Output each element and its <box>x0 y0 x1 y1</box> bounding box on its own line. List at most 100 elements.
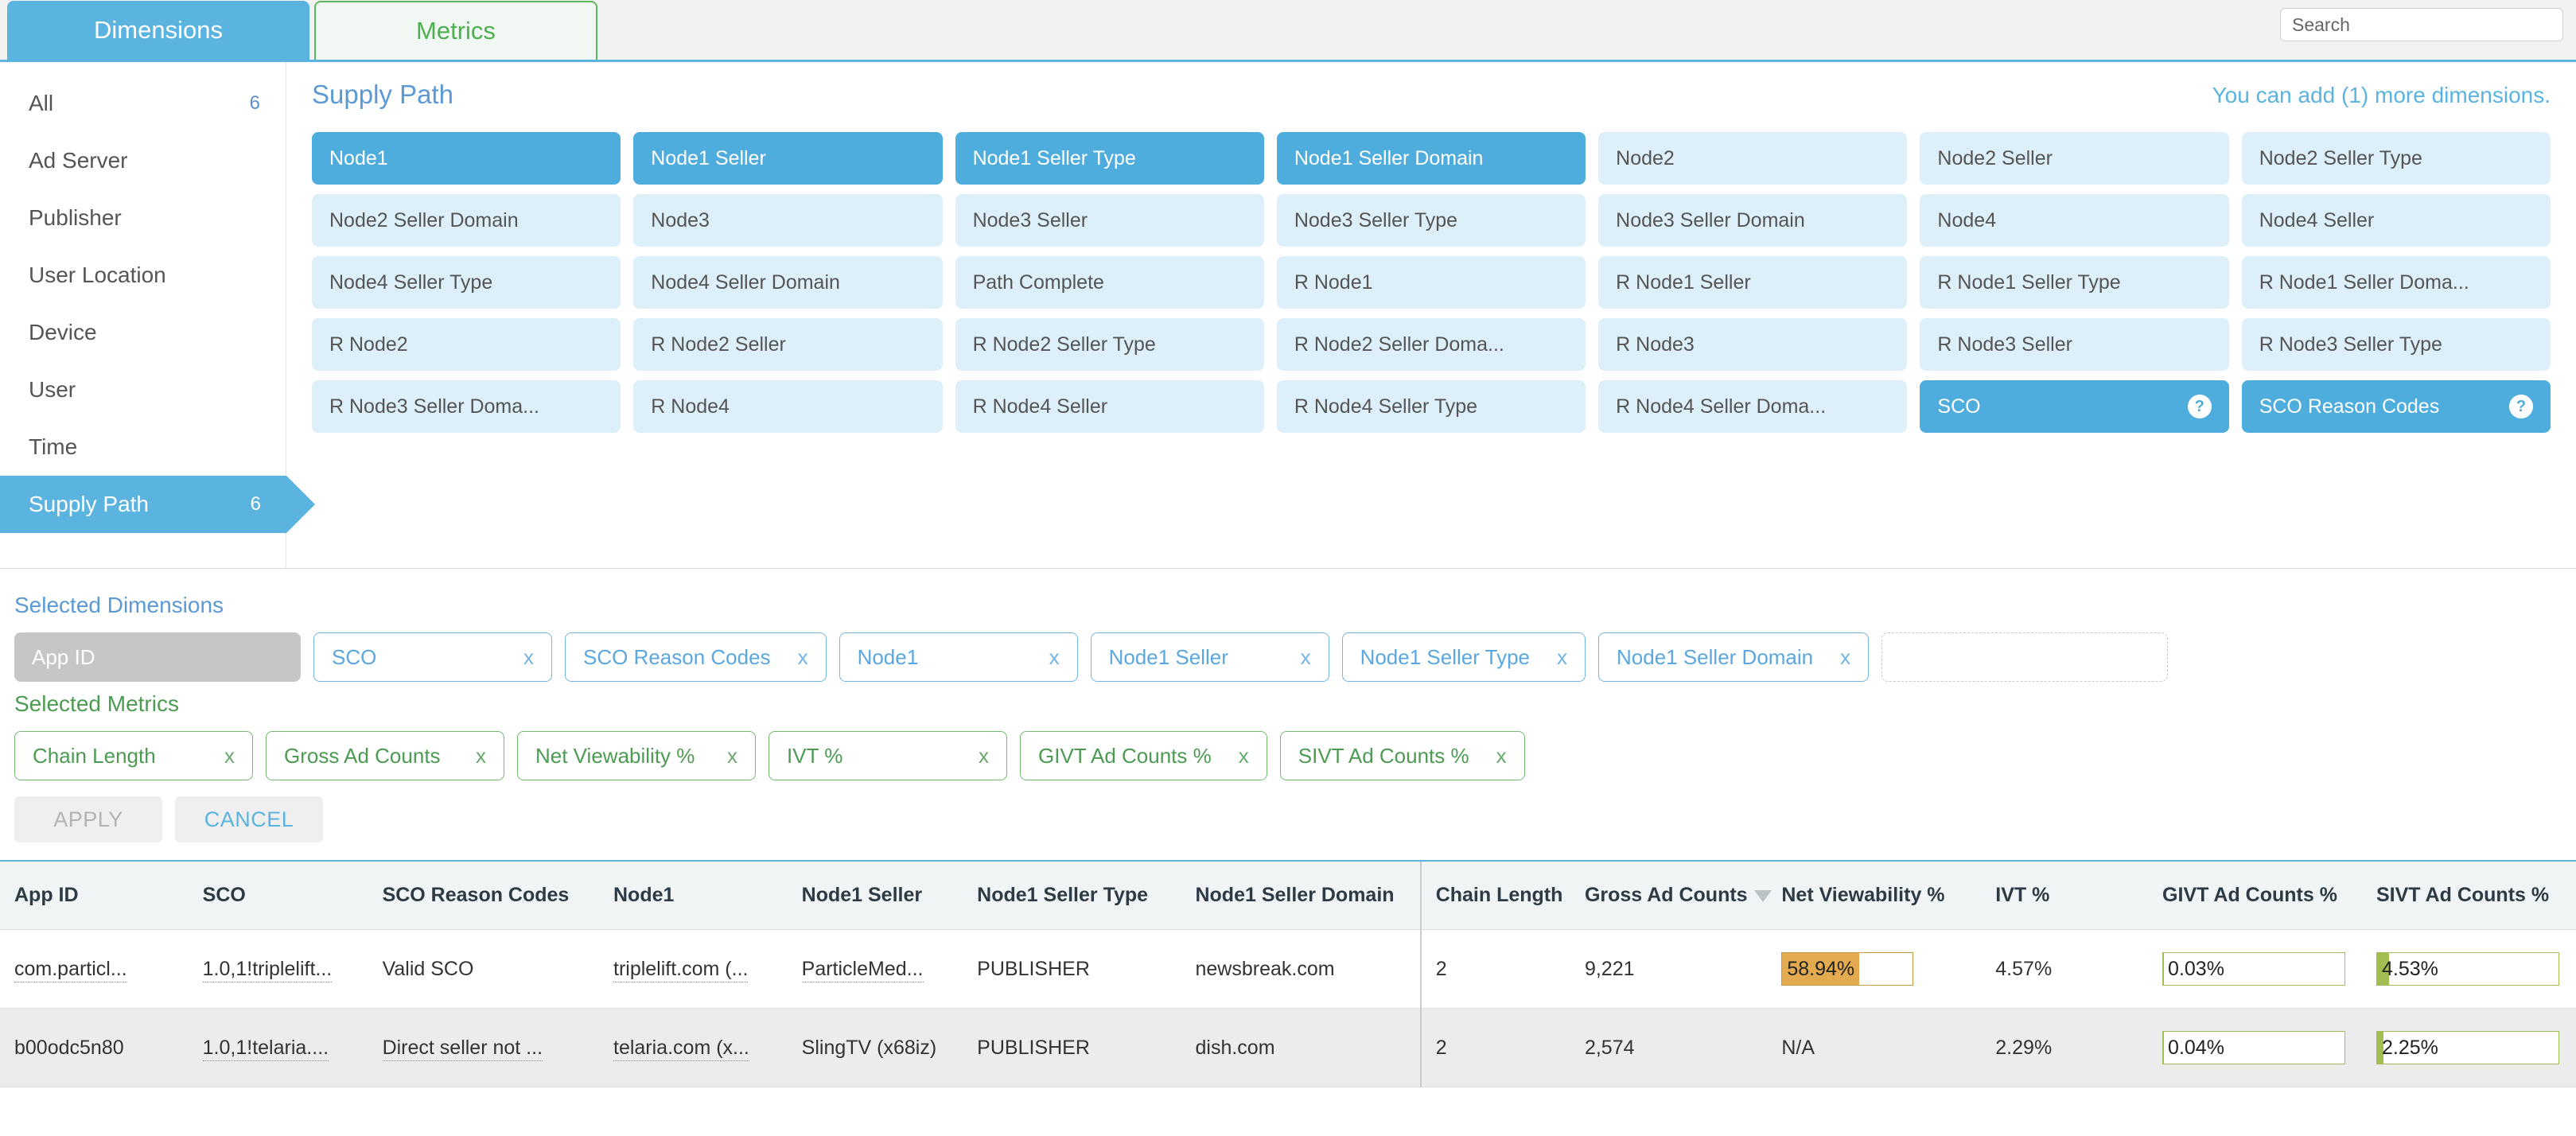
selected-dimensions-section: Selected Dimensions App ID SCO x SCO Reason… <box>0 568 2576 682</box>
dimension-chip[interactable]: R Node2 <box>312 318 621 371</box>
column-header[interactable]: Net Viewability % <box>1767 862 1982 930</box>
apply-button[interactable]: APPLY <box>14 796 162 842</box>
remove-metric-icon[interactable]: x <box>1496 744 1507 768</box>
dimension-chip[interactable]: R Node4 Seller Type <box>1276 380 1586 433</box>
help-icon[interactable]: ? <box>2508 395 2533 418</box>
sidebar-item-user[interactable]: User <box>0 361 286 418</box>
column-header[interactable]: Chain Length <box>1419 862 1570 930</box>
table-row[interactable]: b00odc5n80 1.0,1!telaria.... Direct seller… <box>0 1008 2576 1087</box>
dimension-panel: Supply Path You can add (1) more dimensi… <box>286 62 2576 568</box>
dimension-chip[interactable]: R Node3 <box>1598 318 1908 371</box>
search-input[interactable] <box>2280 8 2563 41</box>
tab-metrics[interactable]: Metrics <box>314 1 597 60</box>
dimension-chip[interactable]: R Node1 Seller Type <box>1920 256 2229 309</box>
column-header[interactable]: Node1 Seller Type <box>963 862 1181 930</box>
sidebar-item-supply-path[interactable]: Supply Path 6 <box>0 476 315 533</box>
dimension-chip[interactable]: Node2 Seller <box>1920 132 2229 185</box>
remove-dimension-icon[interactable]: x <box>1840 645 1850 670</box>
remove-dimension-icon[interactable]: x <box>798 645 808 670</box>
dimension-chip[interactable]: Node3 Seller <box>955 194 1264 247</box>
sidebar-item-time[interactable]: Time <box>0 418 286 476</box>
dimension-chip[interactable]: R Node4 <box>633 380 943 433</box>
selected-metric-pill[interactable]: GIVT Ad Counts % x <box>1020 731 1267 780</box>
remove-dimension-icon[interactable]: x <box>1301 645 1311 670</box>
sidebar-item-ad-server[interactable]: Ad Server <box>0 132 286 189</box>
dimension-chip[interactable]: R Node3 Seller Type <box>2241 318 2551 371</box>
sivt-ad-counts-bar: 4.53% <box>2376 952 2559 986</box>
dimension-chip[interactable]: Node1 Seller Domain <box>1276 132 1586 185</box>
remove-dimension-icon[interactable]: x <box>1049 645 1060 670</box>
dimension-chip[interactable]: Node3 Seller Type <box>1276 194 1586 247</box>
add-dimension-slot[interactable] <box>1881 632 2169 682</box>
table-header-row: App ID SCO SCO Reason Codes Node1 Node1 Sell… <box>0 862 2576 930</box>
sidebar-item-publisher[interactable]: Publisher <box>0 189 286 247</box>
column-header[interactable]: Gross Ad Counts <box>1570 862 1772 930</box>
selected-dimension-pill[interactable]: Node1 Seller Type x <box>1341 632 1586 682</box>
dimension-chip[interactable]: R Node4 Seller Doma... <box>1598 380 1908 433</box>
remove-metric-icon[interactable]: x <box>224 744 235 768</box>
dimension-chip[interactable]: Node2 Seller Domain <box>312 194 621 247</box>
column-header[interactable]: SCO <box>188 862 368 930</box>
selected-dimension-pill[interactable]: Node1 x <box>839 632 1078 682</box>
dimension-chip[interactable]: Node4 Seller Type <box>312 256 621 309</box>
selected-metric-pill[interactable]: SIVT Ad Counts % x <box>1279 731 1525 780</box>
dimension-chip[interactable]: Path Complete <box>955 256 1264 309</box>
dimension-chip[interactable]: SCO? <box>1920 380 2229 433</box>
selected-dimension-pill[interactable]: SCO x <box>313 632 552 682</box>
sort-descending-icon[interactable] <box>1753 889 1772 902</box>
column-header[interactable]: GIVT Ad Counts % <box>2148 862 2362 930</box>
dimension-chip[interactable]: Node2 <box>1598 132 1908 185</box>
remove-metric-icon[interactable]: x <box>979 744 989 768</box>
help-icon[interactable]: ? <box>2187 395 2212 418</box>
cell-ivt: 4.57% <box>1981 929 2149 1009</box>
cell-text: 1.0,1!telaria.... <box>202 1036 329 1061</box>
dimension-chip[interactable]: R Node1 Seller Doma... <box>2241 256 2551 309</box>
remove-dimension-icon[interactable]: x <box>1557 645 1567 670</box>
sidebar-item-device[interactable]: Device <box>0 304 286 361</box>
column-header[interactable]: Node1 <box>599 862 788 930</box>
selected-metric-pill[interactable]: Net Viewability % x <box>517 731 756 780</box>
dimension-chip[interactable]: Node2 Seller Type <box>2241 132 2551 185</box>
remove-metric-icon[interactable]: x <box>727 744 737 768</box>
dimension-chip[interactable]: R Node3 Seller <box>1920 318 2229 371</box>
selected-dimension-pill[interactable]: SCO Reason Codes x <box>565 632 827 682</box>
column-header[interactable]: Node1 Seller <box>787 862 963 930</box>
dimension-chip[interactable]: R Node2 Seller Type <box>955 318 1264 371</box>
column-header[interactable]: Node1 Seller Domain <box>1181 862 1421 930</box>
dimension-browser: All 6 Ad Server Publisher User Location Devic… <box>0 62 2576 568</box>
cell-node1-seller-domain: dish.com <box>1181 1008 1421 1087</box>
selected-metric-pill[interactable]: Chain Length x <box>14 731 253 780</box>
givt-ad-counts-bar: 0.03% <box>2162 952 2346 986</box>
selected-metric-pill[interactable]: IVT % x <box>769 731 1007 780</box>
dimension-chip[interactable]: Node3 Seller Domain <box>1598 194 1908 247</box>
dimension-chip[interactable]: R Node4 Seller <box>955 380 1264 433</box>
column-header[interactable]: IVT % <box>1981 862 2149 930</box>
cancel-button[interactable]: CANCEL <box>175 796 323 842</box>
dimension-chip[interactable]: R Node2 Seller Doma... <box>1276 318 1586 371</box>
selected-metric-pill[interactable]: Gross Ad Counts x <box>266 731 504 780</box>
dimension-chip[interactable]: Node4 Seller <box>2241 194 2551 247</box>
selected-dimension-pill[interactable]: Node1 Seller x <box>1090 632 1329 682</box>
column-header[interactable]: SCO Reason Codes <box>368 862 599 930</box>
remove-metric-icon[interactable]: x <box>476 744 486 768</box>
dimension-chip[interactable]: Node3 <box>633 194 943 247</box>
dimension-chip[interactable]: Node1 <box>312 132 621 185</box>
dimension-chip[interactable]: R Node1 Seller <box>1598 256 1908 309</box>
dimension-chip[interactable]: Node1 Seller <box>633 132 943 185</box>
table-row[interactable]: com.particl... 1.0,1!triplelift... Valid S… <box>0 929 2576 1009</box>
selected-dimension-pill[interactable]: Node1 Seller Domain x <box>1598 632 1870 682</box>
dimension-chip[interactable]: SCO Reason Codes? <box>2241 380 2551 433</box>
sidebar-item-user-location[interactable]: User Location <box>0 247 286 304</box>
dimension-chip[interactable]: Node4 Seller Domain <box>633 256 943 309</box>
tab-dimensions[interactable]: Dimensions <box>7 1 309 60</box>
dimension-chip[interactable]: R Node2 Seller <box>633 318 943 371</box>
dimension-chip[interactable]: Node1 Seller Type <box>955 132 1264 185</box>
remove-metric-icon[interactable]: x <box>1239 744 1249 768</box>
column-header[interactable]: SIVT Ad Counts % <box>2361 862 2576 930</box>
remove-dimension-icon[interactable]: x <box>523 645 534 670</box>
sidebar-item-all[interactable]: All 6 <box>0 75 286 132</box>
dimension-chip[interactable]: R Node1 <box>1276 256 1586 309</box>
column-header[interactable]: App ID <box>0 862 189 930</box>
dimension-chip[interactable]: R Node3 Seller Doma... <box>312 380 621 433</box>
dimension-chip[interactable]: Node4 <box>1920 194 2229 247</box>
